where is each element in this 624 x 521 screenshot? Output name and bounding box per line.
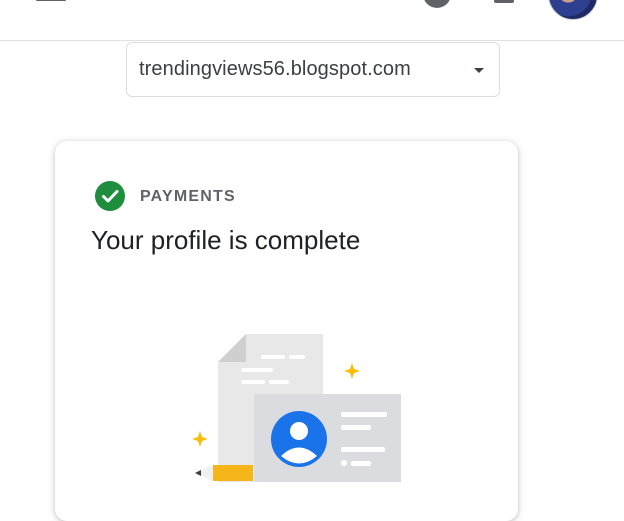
check-circle-icon (95, 181, 125, 211)
site-selector-dropdown[interactable]: trendingviews56.blogspot.com (126, 42, 500, 97)
payments-status-card: PAYMENTS Your profile is complete (55, 141, 518, 521)
help-icon[interactable] (423, 0, 451, 8)
avatar[interactable] (548, 0, 598, 20)
card-title: Your profile is complete (91, 225, 361, 255)
sparkle-icon (344, 363, 360, 379)
menu-icon[interactable] (36, 0, 66, 4)
sparkle-icon (192, 431, 208, 447)
section-label: PAYMENTS (140, 188, 236, 205)
site-selector-value: trendingviews56.blogspot.com (139, 58, 411, 80)
top-app-bar (0, 0, 624, 41)
bell-icon[interactable] (490, 0, 518, 6)
arrow-drop-down-icon (474, 68, 484, 73)
